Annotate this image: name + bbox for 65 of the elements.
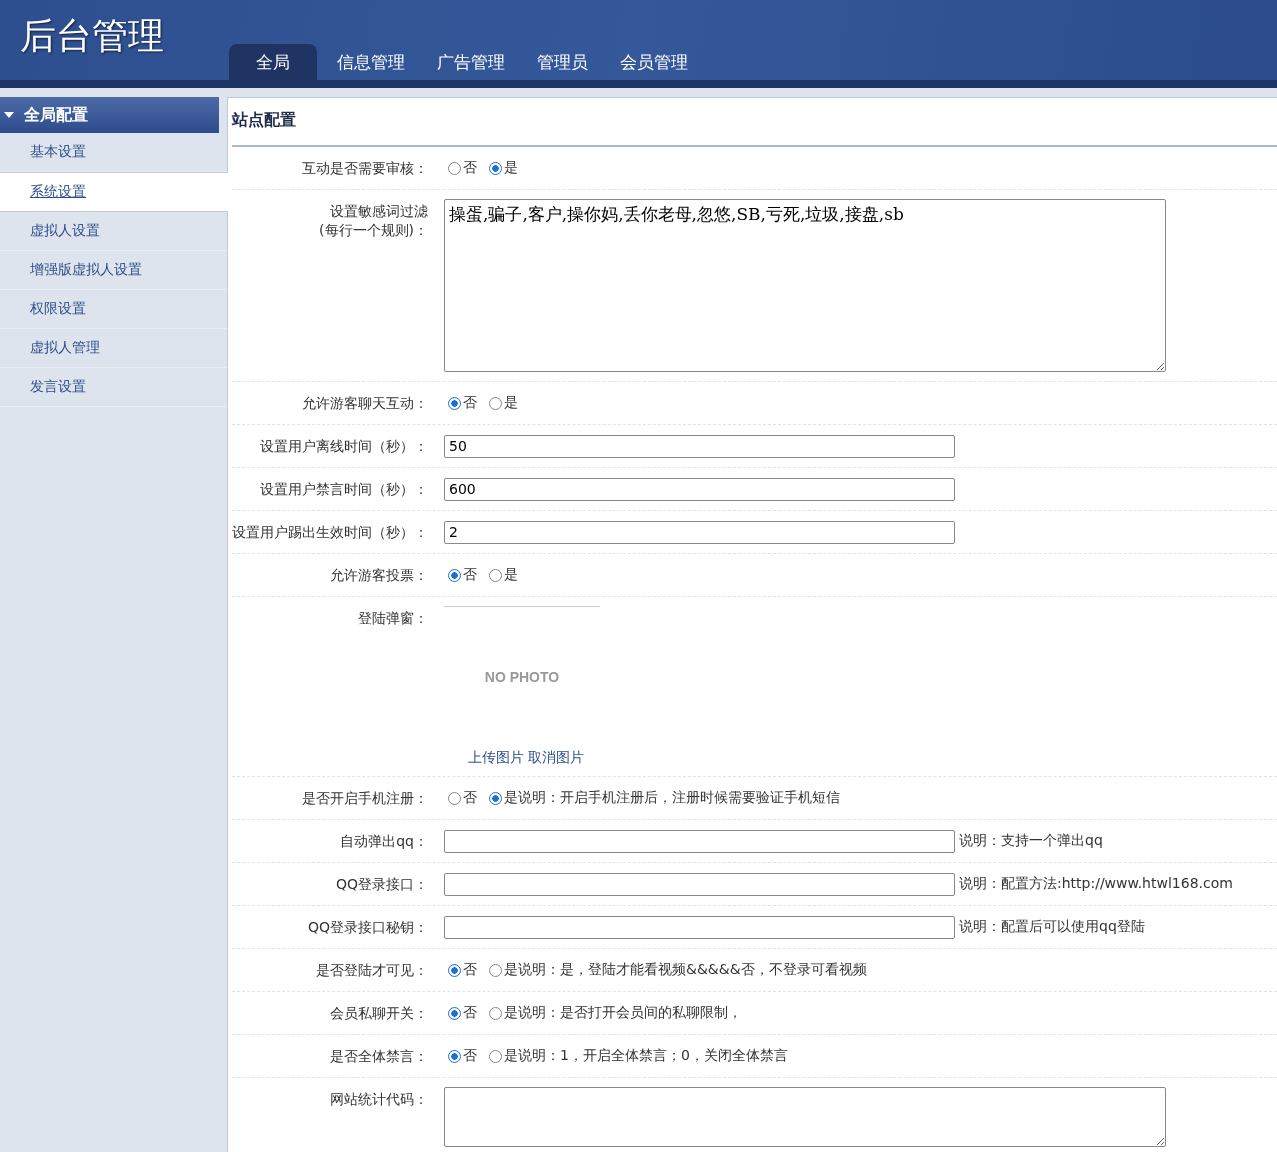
nav-tab[interactable]: 广告管理 — [423, 44, 519, 80]
sidebar-item[interactable]: 虚拟人管理 — [0, 329, 227, 368]
radio-option[interactable]: 否 — [448, 1004, 477, 1022]
sidebar-item[interactable]: 虚拟人设置 — [0, 212, 227, 251]
field-label: 登陆弹窗： — [358, 609, 428, 628]
panel-title: 站点配置 — [232, 98, 1277, 147]
radio-option[interactable]: 是 — [489, 789, 518, 807]
field-label: 是否登陆才可见： — [316, 961, 428, 980]
radio-option[interactable]: 否 — [448, 394, 477, 412]
field-label: 设置敏感词过滤 — [330, 202, 428, 221]
radio-option[interactable]: 是 — [489, 1047, 518, 1065]
nav-tab[interactable]: 会员管理 — [606, 44, 702, 80]
help-text: 说明：是，登陆才能看视频&&&&&否，不登录可看视频 — [518, 961, 867, 979]
radio-option[interactable]: 否 — [448, 1047, 477, 1065]
help-text: 说明：是否打开会员间的私聊限制， — [518, 1004, 742, 1022]
caret-icon — [4, 112, 14, 118]
field-label: 自动弹出qq： — [340, 832, 428, 851]
help-text: 说明：开启手机注册后，注册时候需要验证手机短信 — [518, 789, 840, 807]
nav-tab[interactable]: 全局 — [229, 44, 317, 80]
input-field[interactable]: 600 — [444, 477, 955, 501]
field-label: QQ登录接口秘钥： — [307, 918, 428, 937]
input-field[interactable]: 50 — [444, 434, 955, 458]
radio-option[interactable]: 否 — [448, 961, 477, 979]
field-label: (每行一个规则)： — [319, 221, 428, 240]
field-label: 互动是否需要审核： — [302, 159, 428, 178]
radio-option[interactable]: 是 — [489, 1004, 518, 1022]
radio-option[interactable]: 否 — [448, 789, 477, 807]
field-label: 是否开启手机注册： — [302, 789, 428, 808]
input-field[interactable] — [444, 829, 955, 853]
image-link[interactable]: 上传图片 — [468, 749, 524, 767]
sidebar-item[interactable]: 增强版虚拟人设置 — [0, 251, 227, 290]
sidebar-item[interactable]: 权限设置 — [0, 290, 227, 329]
radio-option[interactable]: 否 — [448, 159, 477, 177]
field-label: 网站统计代码： — [330, 1090, 428, 1109]
field-label: 允许游客投票： — [330, 566, 428, 585]
text-area[interactable] — [444, 1087, 1166, 1147]
radio-option[interactable]: 是 — [489, 566, 518, 584]
input-field[interactable] — [444, 872, 955, 896]
input-field[interactable] — [444, 915, 955, 939]
sidebar-section-title: 全局配置 — [24, 104, 88, 126]
field-label: 设置用户禁言时间（秒）： — [260, 480, 428, 499]
field-label: 允许游客聊天互动： — [302, 394, 428, 413]
app-title: 后台管理 — [20, 14, 164, 58]
sidebar-section-header[interactable]: 全局配置 — [0, 97, 219, 133]
field-label: 会员私聊开关： — [330, 1004, 428, 1023]
input-field[interactable]: 2 — [444, 520, 955, 544]
help-text: 说明：支持一个弹出qq — [959, 832, 1103, 850]
placeholder-text: NO PHOTO — [484, 669, 560, 685]
nav-tab[interactable]: 管理员 — [523, 44, 602, 80]
nav-tab[interactable]: 信息管理 — [323, 44, 419, 80]
help-text: 说明：配置后可以使用qq登陆 — [959, 918, 1145, 936]
radio-option[interactable]: 是 — [489, 961, 518, 979]
field-label: 设置用户踢出生效时间（秒）： — [232, 523, 428, 542]
field-label: QQ登录接口： — [335, 875, 428, 894]
radio-option[interactable]: 是 — [489, 159, 518, 177]
help-text: 说明：配置方法:http://www.htwl168.com — [959, 875, 1233, 893]
field-label: 设置用户离线时间（秒）： — [260, 437, 428, 456]
text-area[interactable]: 操蛋,骗子,客户,操你妈,丢你老母,忽悠,SB,亏死,垃圾,接盘,sb — [444, 199, 1166, 372]
radio-option[interactable]: 是 — [489, 394, 518, 412]
field-label: 是否全体禁言： — [330, 1047, 428, 1066]
help-text: 说明：1，开启全体禁言；0，关闭全体禁言 — [518, 1047, 788, 1065]
radio-option[interactable]: 否 — [448, 566, 477, 584]
sidebar-item[interactable]: 发言设置 — [0, 368, 227, 407]
sidebar-item[interactable]: 系统设置 — [0, 172, 228, 212]
image-link[interactable]: 取消图片 — [528, 749, 584, 767]
